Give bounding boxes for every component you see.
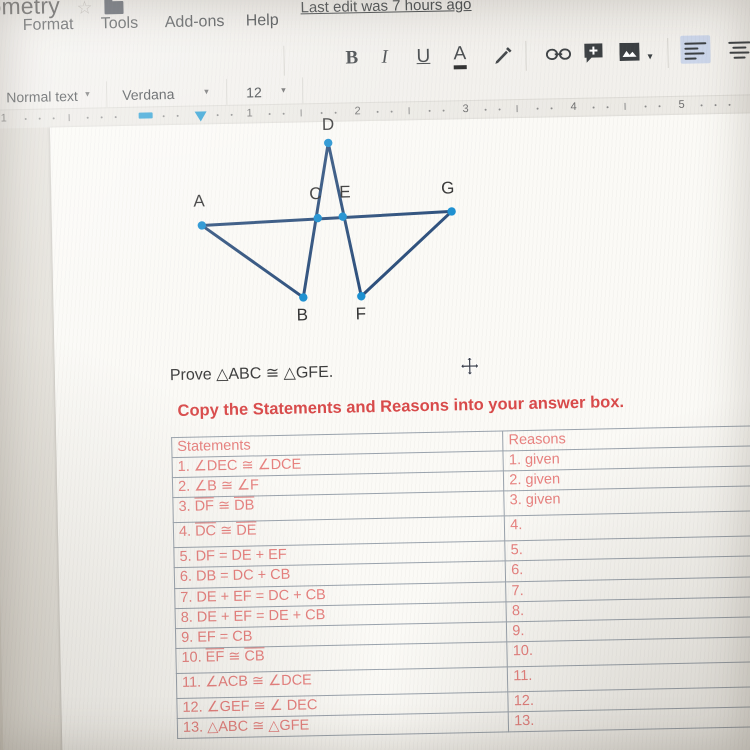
- menu-item-tools[interactable]: Tools: [101, 15, 139, 34]
- font-family-caret[interactable]: ▾: [204, 86, 209, 97]
- move-cursor-icon: [459, 356, 481, 378]
- italic-button[interactable]: I: [381, 46, 388, 70]
- star-outline-icon[interactable]: ☆: [76, 0, 93, 18]
- ruler-number: 4: [570, 100, 577, 114]
- figure-point-D: [324, 138, 333, 148]
- last-edit-link[interactable]: Last edit was 7 hours ago: [300, 0, 471, 16]
- left-indent-marker[interactable]: [138, 112, 153, 119]
- figure-edge-AB: [200, 223, 305, 299]
- figure-label-F: F: [355, 304, 367, 324]
- image-dropdown-caret[interactable]: ▾: [647, 45, 653, 69]
- figure-edge-FG: [359, 209, 454, 298]
- figure-label-A: A: [193, 191, 205, 211]
- figure-label-B: B: [296, 305, 309, 325]
- align-center-icon[interactable]: [728, 41, 750, 59]
- menu-item-addons[interactable]: Add-ons: [165, 13, 225, 32]
- figure-label-C: C: [309, 184, 322, 204]
- underline-button[interactable]: U: [416, 45, 430, 69]
- geometry-proof-diagram: A B C D E F G: [110, 115, 456, 352]
- figure-label-D: D: [321, 114, 335, 135]
- photographed-screen: ometry ☆ Insert Format Tools Add-ons Hel…: [0, 0, 750, 750]
- font-size-select[interactable]: 12: [246, 84, 262, 100]
- first-line-indent-marker[interactable]: [194, 111, 207, 122]
- menu-item-format[interactable]: Format: [23, 16, 74, 35]
- menu-item-help[interactable]: Help: [246, 12, 279, 31]
- ruler-number: 1: [246, 107, 253, 120]
- figure-label-E: E: [339, 182, 351, 202]
- docs-app-chrome: ometry ☆ Insert Format Tools Add-ons Hel…: [0, 0, 750, 133]
- folder-icon[interactable]: [104, 0, 124, 15]
- insert-image-icon[interactable]: [619, 42, 640, 62]
- highlighter-pen-icon[interactable]: [491, 45, 513, 67]
- align-left-icon: [684, 42, 707, 60]
- paragraph-style-select[interactable]: Normal text: [6, 88, 78, 105]
- paragraph-style-caret[interactable]: ▾: [85, 89, 90, 100]
- instruction-heading: Copy the Statements and Reasons into you…: [177, 393, 625, 420]
- link-icon[interactable]: [545, 46, 572, 64]
- ruler-number: 3: [462, 103, 469, 116]
- font-size-caret[interactable]: ▾: [281, 85, 286, 96]
- font-family-select[interactable]: Verdana: [122, 86, 174, 103]
- proof-table: Statements Reasons 1. ∠DEC ≅ ∠DCE 1. given 2…: [171, 424, 750, 739]
- text-color-button[interactable]: A: [453, 43, 467, 70]
- bold-button[interactable]: B: [345, 46, 358, 70]
- document-page[interactable]: A B C D E F G Prove △ABC ≅ △GFE. Copy the Stat…: [49, 112, 750, 750]
- figure-svg: [197, 138, 456, 302]
- figure-edge-AG: [200, 209, 454, 227]
- ruler-number: 1: [0, 112, 7, 125]
- ruler-number: 5: [678, 98, 685, 111]
- figure-label-G: G: [440, 178, 455, 198]
- prove-statement: Prove △ABC ≅ △GFE.: [169, 363, 334, 385]
- ruler-number: 2: [354, 105, 361, 118]
- add-comment-icon[interactable]: [583, 42, 603, 64]
